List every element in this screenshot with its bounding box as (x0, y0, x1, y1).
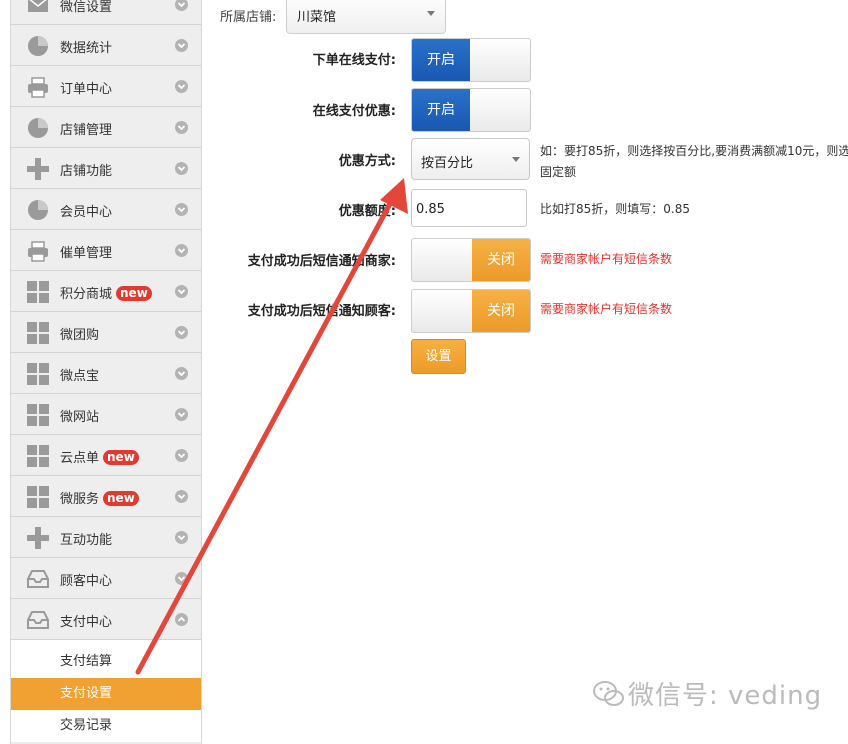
arrow-shaft (135, 197, 395, 675)
wechat-logo-icon (593, 681, 624, 706)
annotation-arrow (135, 178, 408, 675)
watermark: 微信号: veding (592, 675, 832, 711)
watermark-text: 微信号: veding (628, 681, 823, 711)
arrow-head (380, 178, 408, 214)
